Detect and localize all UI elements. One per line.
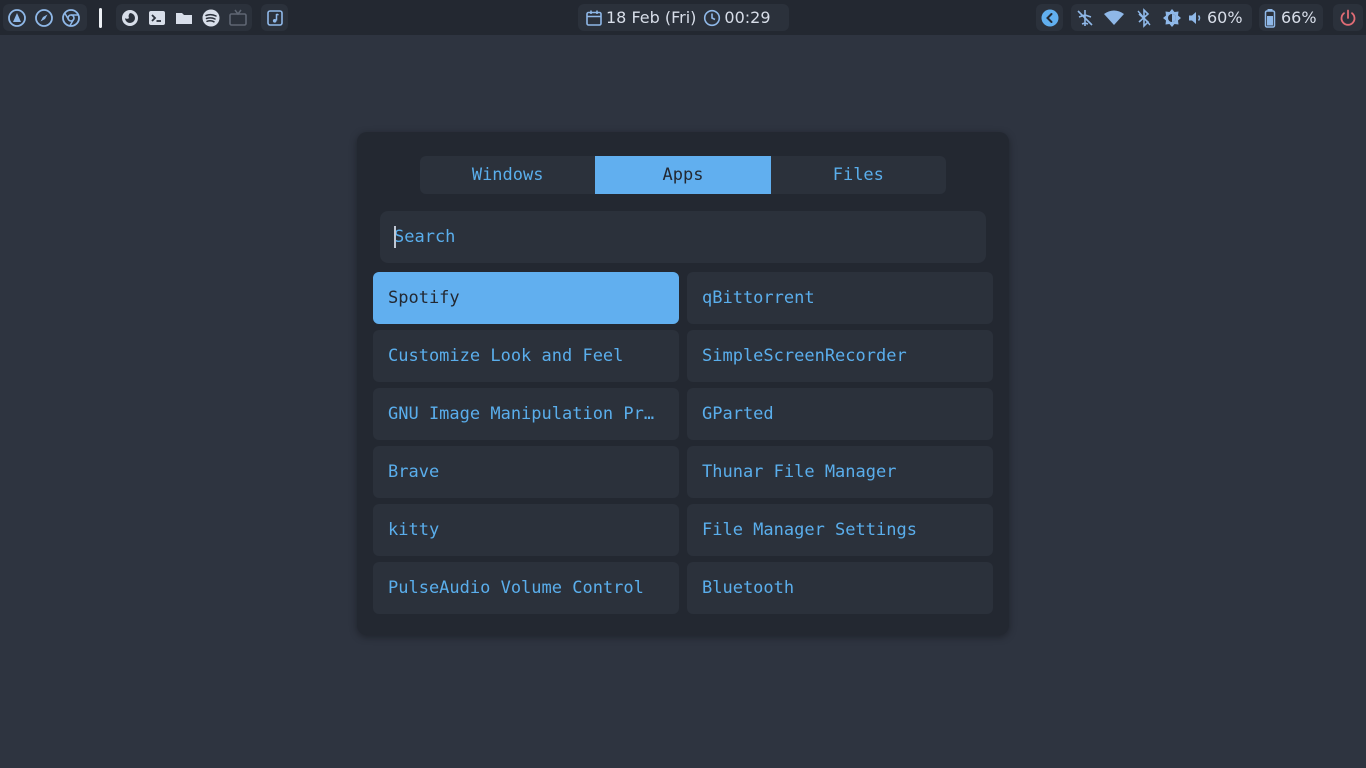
app-item-brave[interactable]: Brave: [373, 446, 679, 498]
brightness-icon[interactable]: [1159, 4, 1185, 31]
tray-toggle[interactable]: [1036, 4, 1063, 31]
terminal-icon[interactable]: [143, 4, 170, 31]
calendar-icon: [582, 4, 606, 31]
top-bar: 18 Feb (Fri) 00:29 60% 66%: [0, 0, 1366, 35]
app-item-kitty[interactable]: kitty: [373, 504, 679, 556]
volume-level: 60%: [1207, 8, 1243, 27]
airplane-mode-off-icon[interactable]: [1071, 4, 1099, 31]
arch-settings-icon[interactable]: [3, 4, 30, 31]
bluetooth-icon[interactable]: [1129, 4, 1159, 31]
app-item-gparted[interactable]: GParted: [687, 388, 993, 440]
app-label: Customize Look and Feel: [388, 346, 624, 366]
app-item-qbittorrent[interactable]: qBittorrent: [687, 272, 993, 324]
volume-icon[interactable]: [1185, 4, 1207, 31]
clock-icon: [700, 4, 724, 31]
search-box: [380, 211, 986, 263]
app-label: File Manager Settings: [702, 520, 917, 540]
app-label: SimpleScreenRecorder: [702, 346, 907, 366]
battery-level: 66%: [1281, 8, 1317, 27]
app-item-file-manager-settings[interactable]: File Manager Settings: [687, 504, 993, 556]
firefox-icon[interactable]: [116, 4, 143, 31]
music-widget[interactable]: [261, 4, 288, 31]
search-input[interactable]: [394, 211, 986, 263]
tab-files[interactable]: Files: [771, 156, 946, 194]
app-label: PulseAudio Volume Control: [388, 578, 644, 598]
battery-icon: [1259, 4, 1281, 31]
app-item-bluetooth[interactable]: Bluetooth: [687, 562, 993, 614]
app-label: Bluetooth: [702, 578, 795, 598]
battery-widget[interactable]: 66%: [1259, 4, 1323, 31]
app-item-thunar[interactable]: Thunar File Manager: [687, 446, 993, 498]
app-item-simplescreenrecorder[interactable]: SimpleScreenRecorder: [687, 330, 993, 382]
app-label: Thunar File Manager: [702, 462, 897, 482]
app-label: qBittorrent: [702, 288, 815, 308]
tv-icon[interactable]: [224, 4, 251, 31]
date-text: 18 Feb (Fri): [606, 8, 697, 27]
app-grid: Spotify qBittorrent Customize Look and F…: [373, 272, 993, 614]
text-cursor: [394, 226, 396, 248]
status-tray: 60%: [1071, 4, 1252, 31]
compass-icon[interactable]: [30, 4, 57, 31]
chrome-icon[interactable]: [57, 4, 84, 31]
app-label: GParted: [702, 404, 774, 424]
app-label: Spotify: [388, 288, 460, 308]
time-text: 00:29: [724, 8, 771, 27]
separator: [99, 8, 102, 28]
app-launcher: Windows Apps Files Spotify qBittorrent C…: [357, 132, 1009, 635]
app-item-gimp[interactable]: GNU Image Manipulation Program: [373, 388, 679, 440]
launcher-tabs: Windows Apps Files: [420, 156, 946, 194]
power-icon[interactable]: [1333, 4, 1363, 31]
spotify-icon[interactable]: [197, 4, 224, 31]
system-launchers: [3, 4, 87, 31]
app-item-spotify[interactable]: Spotify: [373, 272, 679, 324]
app-item-pulseaudio-volume-control[interactable]: PulseAudio Volume Control: [373, 562, 679, 614]
app-item-customize-look-and-feel[interactable]: Customize Look and Feel: [373, 330, 679, 382]
tab-windows[interactable]: Windows: [420, 156, 595, 194]
music-note-icon[interactable]: [261, 4, 288, 31]
app-label: GNU Image Manipulation Program: [388, 404, 664, 424]
folder-icon[interactable]: [170, 4, 197, 31]
clock-widget[interactable]: 18 Feb (Fri) 00:29: [578, 4, 789, 31]
tab-apps[interactable]: Apps: [595, 156, 771, 194]
wifi-icon[interactable]: [1099, 4, 1129, 31]
app-label: kitty: [388, 520, 440, 540]
app-label: Brave: [388, 462, 440, 482]
power-button[interactable]: [1333, 4, 1363, 31]
back-arrow-icon[interactable]: [1036, 4, 1063, 31]
pinned-apps: [116, 4, 252, 31]
